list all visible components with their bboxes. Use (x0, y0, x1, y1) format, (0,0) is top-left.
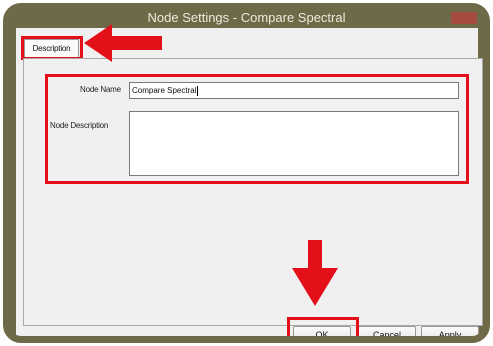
cancel-button[interactable]: Cancel (358, 326, 416, 336)
title-bar: Node Settings - Compare Spectral (10, 10, 483, 28)
ok-highlight-box (287, 317, 359, 336)
left-arrow-icon (84, 24, 162, 62)
dialog-window: Node Settings - Compare Spectral Descrip… (3, 3, 490, 343)
apply-button[interactable]: Apply (421, 326, 479, 336)
close-button[interactable] (451, 12, 477, 24)
down-arrow-icon (292, 240, 338, 306)
tab-highlight-box (21, 36, 83, 60)
window-title: Node Settings - Compare Spectral (147, 10, 346, 25)
fields-highlight-box (45, 74, 469, 184)
dialog-client-area: Description Node Name Compare Spectral N… (16, 28, 483, 336)
